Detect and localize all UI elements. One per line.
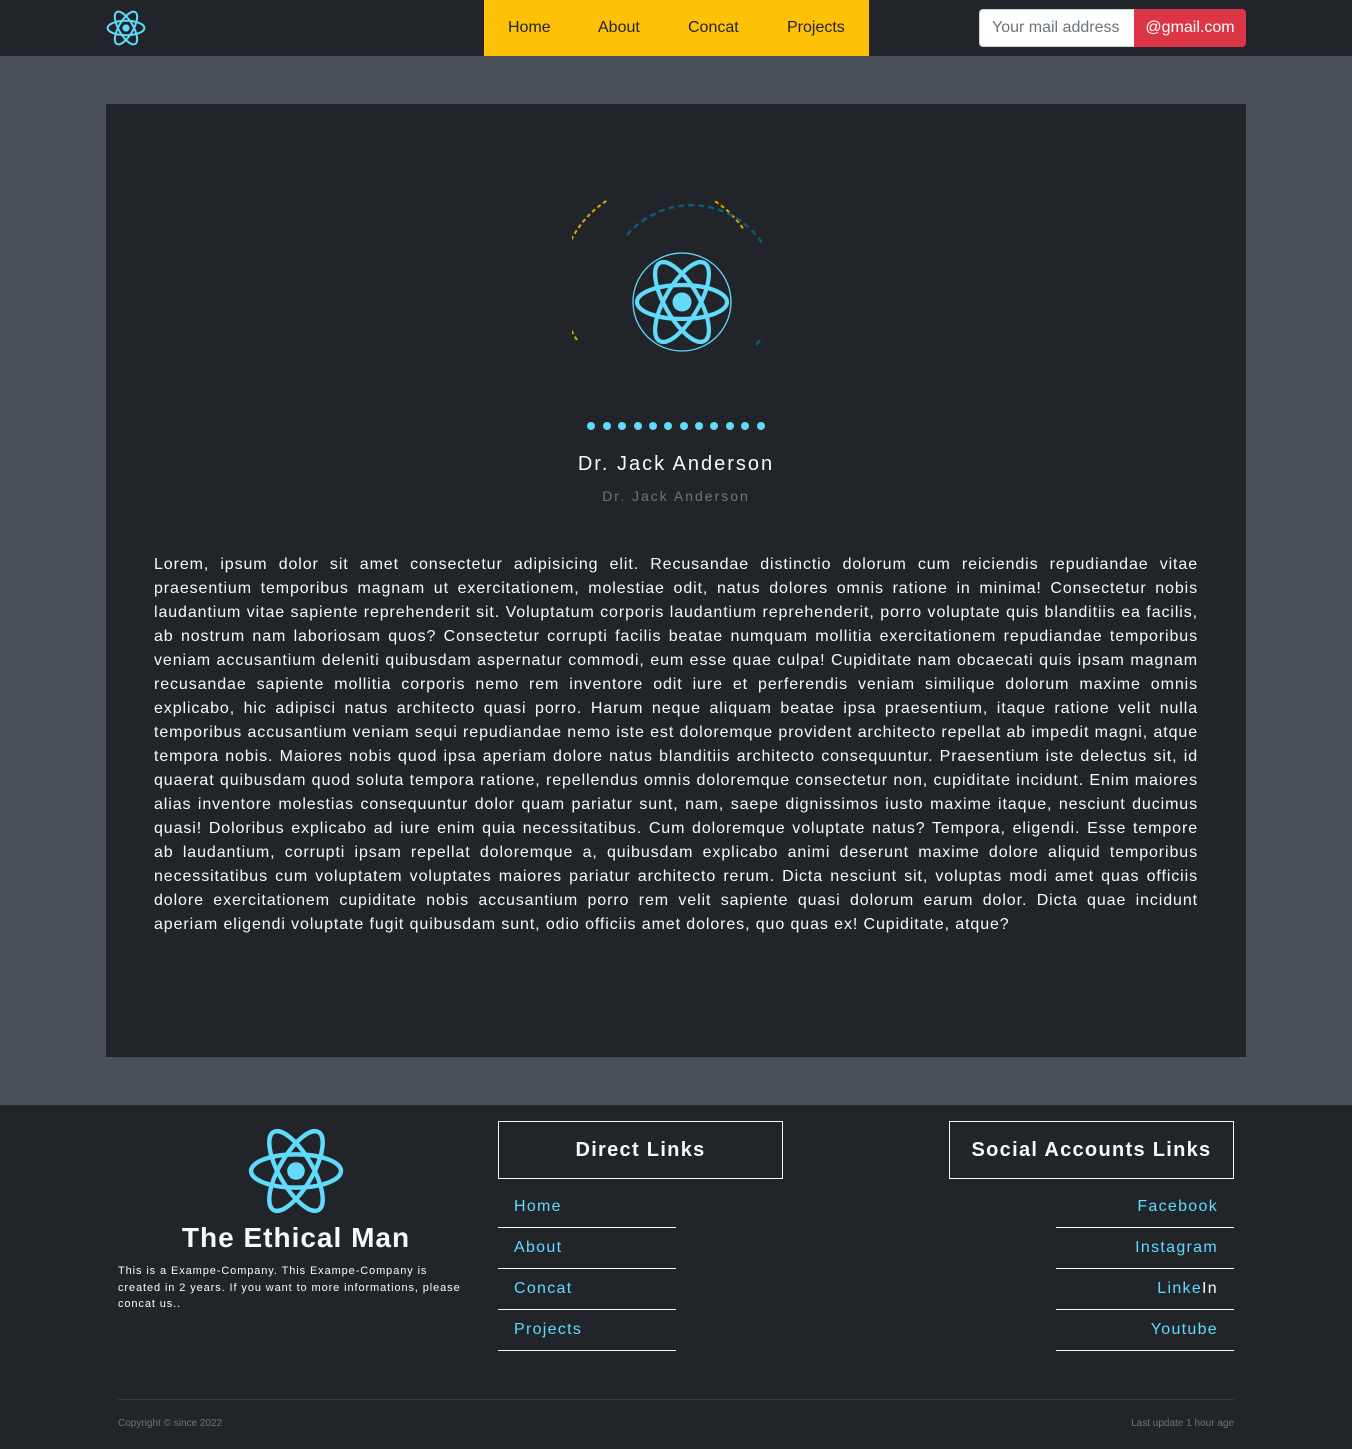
react-atom-icon	[248, 1128, 344, 1214]
email-domain-button[interactable]: @gmail.com	[1134, 9, 1246, 47]
footer-link-projects[interactable]: Projects	[514, 1321, 582, 1338]
profile-subtitle: Dr. Jack Anderson	[602, 488, 750, 504]
divider-dot	[587, 422, 596, 430]
footer-divider	[118, 1399, 1234, 1400]
social-link-youtube[interactable]: Youtube	[1151, 1321, 1218, 1338]
react-atom-icon	[634, 260, 730, 344]
social-link-linkedin[interactable]: LinkeIn	[1157, 1280, 1218, 1297]
divider-dot	[664, 422, 673, 430]
social-link-facebook[interactable]: Facebook	[1137, 1198, 1218, 1215]
main-nav: Home About Concat Projects	[484, 0, 869, 56]
divider-dot	[648, 422, 657, 430]
direct-links-list: Home About Concat Projects	[498, 1187, 676, 1351]
divider-dot	[725, 422, 734, 430]
last-update-text: Last update 1 hour age	[1131, 1418, 1234, 1429]
social-link-label: Youtube	[1150, 1321, 1218, 1338]
list-item: Youtube	[1056, 1310, 1234, 1351]
list-item: LinkeIn	[1056, 1269, 1234, 1310]
list-item: Facebook	[1056, 1187, 1234, 1228]
email-input[interactable]	[979, 9, 1134, 47]
social-link-label: Linke	[1157, 1280, 1203, 1297]
react-atom-icon[interactable]	[106, 9, 146, 47]
divider-dot	[741, 422, 750, 430]
footer-link-about[interactable]: About	[514, 1239, 562, 1256]
profile-card: Dr. Jack Anderson Dr. Jack Anderson Lore…	[106, 104, 1246, 1057]
footer-link-concat[interactable]: Concat	[514, 1280, 573, 1297]
list-item: About	[498, 1228, 676, 1269]
list-item: Projects	[498, 1310, 676, 1351]
site-footer: The Ethical Man This is a Exampe-Company…	[0, 1105, 1352, 1449]
divider-dot	[679, 422, 688, 430]
footer-brand-title: The Ethical Man	[181, 1222, 411, 1253]
divider-dot	[602, 422, 611, 430]
divider-dot	[633, 422, 642, 430]
top-navbar: Home About Concat Projects @gmail.com	[0, 0, 1352, 56]
divider-dot	[618, 422, 627, 430]
footer-link-home[interactable]: Home	[514, 1198, 562, 1215]
social-links-list: Facebook Instagram LinkeIn Youtube	[1056, 1187, 1234, 1351]
email-subscribe-form: @gmail.com	[979, 9, 1246, 47]
copyright-text: Copyright © since 2022	[118, 1418, 223, 1429]
nav-projects-link[interactable]: Projects	[787, 19, 845, 37]
list-item: Home	[498, 1187, 676, 1228]
footer-description: This is a Exampe-Company. This Exampe-Co…	[118, 1265, 461, 1310]
direct-links-heading: Direct Links	[498, 1121, 783, 1179]
profile-avatar	[572, 200, 762, 352]
social-links-heading: Social Accounts Links	[949, 1121, 1234, 1179]
divider-dot	[710, 422, 719, 430]
dot-divider	[106, 417, 1246, 430]
list-item: Concat	[498, 1269, 676, 1310]
profile-name: Dr. Jack Anderson	[577, 453, 775, 475]
social-link-tail: In	[1202, 1280, 1218, 1297]
divider-dot	[756, 422, 765, 430]
nav-home-link[interactable]: Home	[508, 19, 551, 37]
nav-concat-link[interactable]: Concat	[688, 19, 739, 37]
profile-bio: Lorem, ipsum dolor sit amet consectetur …	[154, 556, 1198, 933]
nav-about-link[interactable]: About	[598, 19, 640, 37]
list-item: Instagram	[1056, 1228, 1234, 1269]
social-link-instagram[interactable]: Instagram	[1135, 1239, 1218, 1256]
social-link-label: Facebook	[1137, 1198, 1218, 1215]
divider-dot	[695, 422, 704, 430]
social-link-label: Instagram	[1135, 1239, 1218, 1256]
